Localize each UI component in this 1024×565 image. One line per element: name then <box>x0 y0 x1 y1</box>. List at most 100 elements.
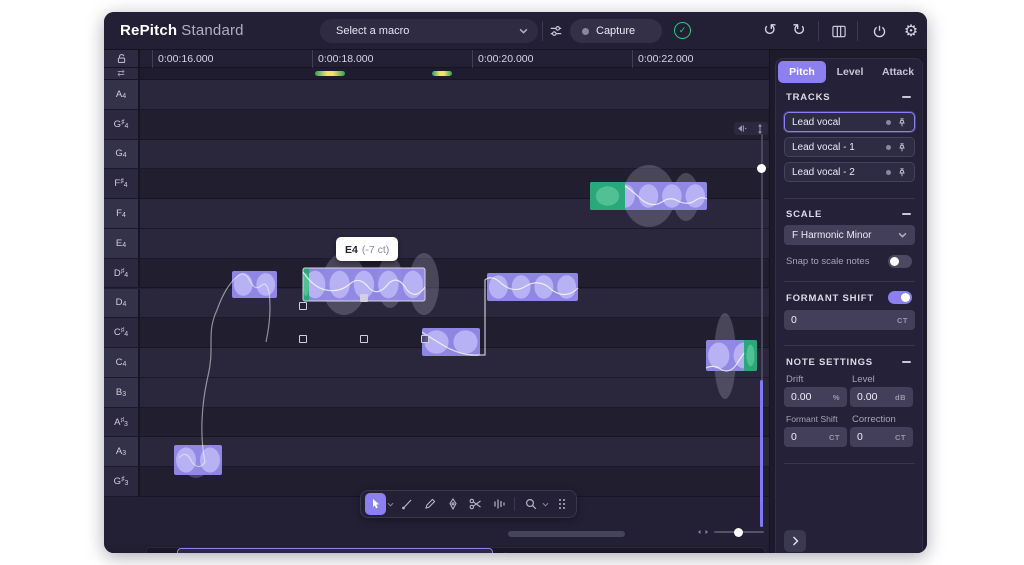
piano-key-Cs4[interactable]: C♯4 <box>104 318 140 348</box>
note-ASharp3[interactable] <box>174 445 222 475</box>
track-row[interactable]: Lead vocal <box>784 112 915 132</box>
piano-key-Gs3[interactable]: G♯3 <box>104 467 140 497</box>
note-resize-handle[interactable] <box>360 335 368 343</box>
power-icon <box>872 24 887 39</box>
note-resize-handle[interactable] <box>421 335 429 343</box>
vertical-zoom-knob[interactable] <box>757 164 766 173</box>
drift-input[interactable]: 0.00 % <box>784 387 847 407</box>
piano-key-A3[interactable]: A3 <box>104 437 140 467</box>
pencil-tool[interactable] <box>419 493 440 515</box>
track-state-icon[interactable] <box>886 145 891 150</box>
note-settings-collapse-button[interactable] <box>902 361 911 363</box>
piano-key-A4[interactable]: A4 <box>104 80 140 110</box>
note-resize-handle[interactable] <box>299 302 307 310</box>
scale-collapse-button[interactable] <box>902 213 911 215</box>
zoom-tool[interactable] <box>520 493 541 515</box>
loop-marker[interactable] <box>432 71 452 76</box>
piano-key-Gs4[interactable]: G♯4 <box>104 110 140 140</box>
grid-row <box>140 140 769 170</box>
note-E4-b[interactable] <box>487 273 578 301</box>
piano-key-F4[interactable]: F4 <box>104 199 140 229</box>
macro-select[interactable]: Select a macro <box>320 19 538 43</box>
power-button[interactable] <box>868 21 890 41</box>
tracks-title: TRACKS <box>786 92 830 103</box>
piano-key-E4[interactable]: E4 <box>104 229 140 259</box>
time-ruler[interactable]: 0:00:16.000 0:00:18.000 0:00:20.000 0:00… <box>140 50 769 68</box>
repeat-icon: ⇄ <box>117 68 125 79</box>
grid-view-tools <box>734 122 768 135</box>
settings-button[interactable]: ⚙ <box>900 20 922 42</box>
piano-key-Ds4[interactable]: D♯4 <box>104 259 140 289</box>
h-zoom-icon[interactable] <box>698 528 708 536</box>
note-E4-a[interactable] <box>232 271 277 298</box>
pin-icon[interactable] <box>897 167 907 178</box>
scale-title: SCALE <box>786 209 822 220</box>
field-unit: dB <box>895 393 906 402</box>
vertical-scrollbar[interactable] <box>760 380 763 527</box>
loop-marker[interactable] <box>315 71 345 76</box>
redo-button[interactable]: ↻ <box>789 21 809 41</box>
piano-key-As3[interactable]: A♯3 <box>104 408 140 438</box>
track-state-icon[interactable] <box>886 170 891 175</box>
piano-key-D4[interactable]: D4 <box>104 289 140 319</box>
piano-key-C4[interactable]: C4 <box>104 348 140 378</box>
field-unit: % <box>833 393 840 402</box>
note-G4[interactable] <box>590 182 707 210</box>
pin-icon[interactable] <box>897 117 907 128</box>
vertical-zoom-icon[interactable] <box>756 124 764 134</box>
separate-tool[interactable] <box>488 493 509 515</box>
app-logo: RePitchStandard <box>120 22 244 39</box>
delete-button[interactable] <box>104 549 140 553</box>
grid-row <box>140 229 769 259</box>
pitch-line-tool[interactable] <box>396 493 417 515</box>
loop-bar[interactable] <box>140 68 769 80</box>
side-tabs: PitchLevelAttack <box>778 61 922 83</box>
horizontal-scrollbar[interactable] <box>508 531 625 537</box>
zoom-knob[interactable] <box>734 528 743 537</box>
panel-expand-button[interactable] <box>784 530 806 552</box>
grid-row <box>140 378 769 408</box>
scissors-tool-icon <box>469 498 482 510</box>
note-D4-a[interactable] <box>422 328 480 356</box>
piano-key-Fs4[interactable]: F♯4 <box>104 169 140 199</box>
note-pitch-handle[interactable] <box>360 294 368 302</box>
piano-key-B3[interactable]: B3 <box>104 378 140 408</box>
capture-button[interactable]: Capture <box>570 19 662 43</box>
tracks-collapse-button[interactable] <box>902 96 911 98</box>
lock-cell[interactable] <box>104 50 140 68</box>
field-label: Level <box>852 374 875 385</box>
level-input[interactable]: 0.00 dB <box>850 387 913 407</box>
chevron-down-icon <box>387 502 394 507</box>
overview-selection[interactable] <box>177 548 493 553</box>
scale-select[interactable]: F Harmonic Minor <box>784 225 915 245</box>
formant-shift-toggle[interactable] <box>888 291 912 304</box>
select-tool[interactable] <box>365 493 386 515</box>
track-row[interactable]: Lead vocal - 2 <box>784 162 915 182</box>
macro-settings-button[interactable] <box>546 21 566 41</box>
note-D4-b[interactable] <box>706 340 757 371</box>
drag-handle[interactable] <box>551 493 572 515</box>
layout-button[interactable] <box>828 21 850 41</box>
track-row[interactable]: Lead vocal - 1 <box>784 137 915 157</box>
waveform-overview[interactable] <box>146 547 765 553</box>
tab-attack[interactable]: Attack <box>874 61 922 83</box>
undo-button[interactable]: ↺ <box>760 21 780 41</box>
auto-scroll-icon[interactable] <box>738 124 747 133</box>
loop-toggle[interactable]: ⇄ <box>104 68 140 80</box>
zoom-slider[interactable] <box>714 531 764 533</box>
tab-pitch[interactable]: Pitch <box>778 61 826 83</box>
formant-shift-input[interactable]: 0 CT <box>784 427 847 447</box>
pen-tool[interactable] <box>442 493 463 515</box>
tab-level[interactable]: Level <box>826 61 874 83</box>
pin-icon[interactable] <box>897 142 907 153</box>
formant-shift-input[interactable]: 0 CT <box>784 310 915 330</box>
track-state-icon[interactable] <box>886 120 891 125</box>
correction-input[interactable]: 0 CT <box>850 427 913 447</box>
piano-key-G4[interactable]: G4 <box>104 140 140 170</box>
header: RePitchStandard Select a macro Capture ✓… <box>104 12 927 50</box>
toggle-knob <box>890 257 899 266</box>
snap-toggle[interactable] <box>888 255 912 268</box>
scissors-tool[interactable] <box>465 493 486 515</box>
note-resize-handle[interactable] <box>299 335 307 343</box>
track-name: Lead vocal - 2 <box>792 167 880 178</box>
